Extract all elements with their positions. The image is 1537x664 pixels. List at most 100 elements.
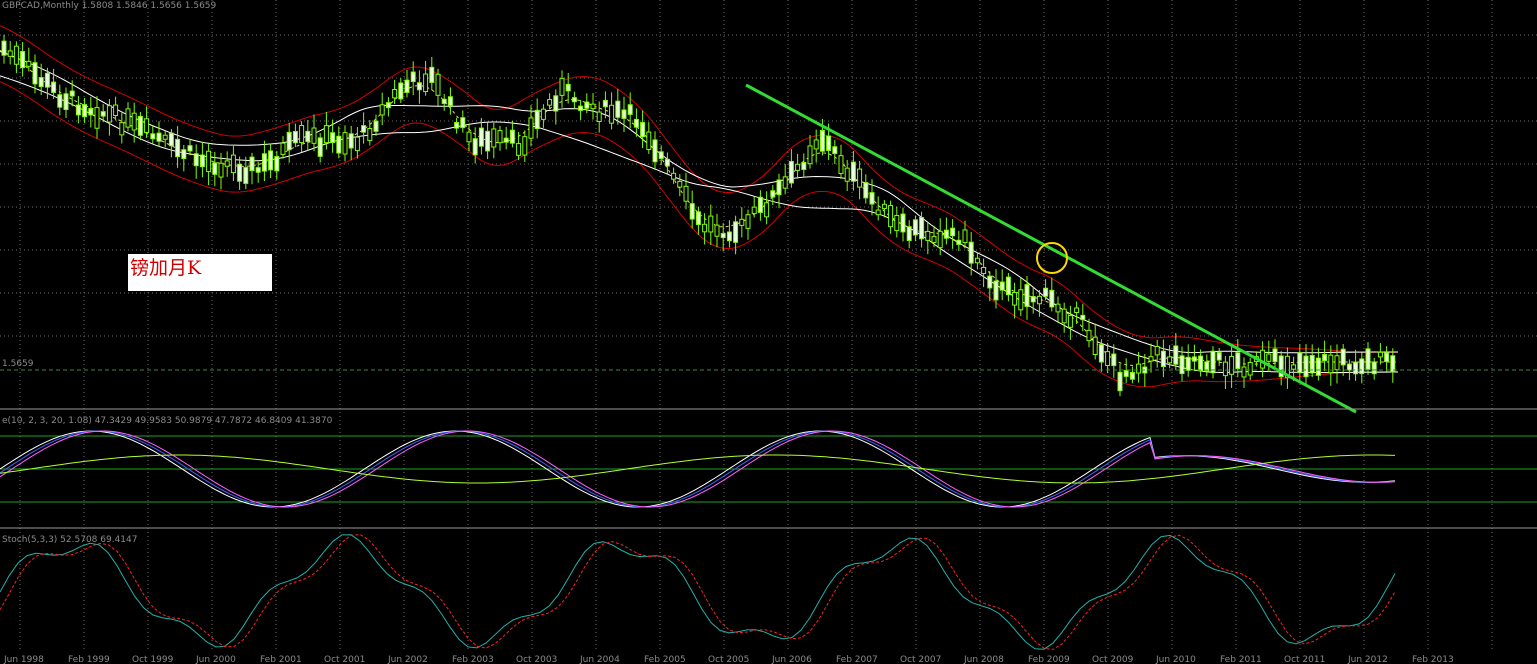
candle-body [1123,370,1129,377]
candle-body [243,167,249,184]
candle-body [894,214,900,232]
candle-body [739,218,745,226]
candle-body [292,130,298,144]
candle-body [900,213,906,233]
candle-body [751,206,757,215]
candle-body [981,266,987,275]
time-label: Oct 2011 [1284,655,1325,664]
candle-body [640,122,646,138]
candle-body [1030,296,1036,303]
candle-body [553,95,559,112]
time-label: Oct 2003 [516,655,557,664]
candle-body [683,185,689,202]
candle-body [379,104,385,116]
candle-body [20,51,26,69]
candle-body [1117,371,1123,392]
candle-body [1315,357,1321,376]
candle-body [838,155,844,175]
ma-slow [0,51,1398,354]
candle-body [1229,355,1235,375]
candle-body [175,138,181,158]
candle-body [757,196,763,213]
candle-body [1136,363,1142,374]
candle-body [274,156,280,172]
candle-body [943,229,949,239]
candle-body [1092,336,1098,355]
candle-body [1198,355,1204,372]
candle-body [150,133,156,140]
candle-body [937,230,943,249]
candle-body [962,229,968,244]
time-label: Feb 2003 [452,655,494,664]
candle-body [392,89,398,99]
candle-body [652,139,658,163]
candle-body [249,156,255,172]
time-axis: Jun 1998 Feb 1999 Oct 1999 Jun 2000 Feb 2001… [3,655,1454,664]
candle-body [144,118,150,133]
candle-body [869,192,875,205]
candle-body [708,215,714,233]
candle-body [627,104,633,115]
time-label: Jun 2000 [195,655,236,664]
candle-body [429,66,435,83]
candle-body [1371,361,1377,375]
candle-body [1061,308,1067,324]
candle-body [1160,350,1166,368]
candle-body [1167,356,1173,364]
trendline[interactable] [745,83,1357,414]
candle-body [516,143,522,156]
candle-body [726,231,732,242]
candle-body [547,99,553,106]
stoch-signal-line [0,533,1396,650]
candle-body [472,138,478,156]
candle-body [1154,346,1160,356]
candle-body [323,125,329,144]
candle-body [94,107,100,129]
candle-body [237,163,243,182]
candle-body [596,111,602,123]
candle-body [714,224,720,237]
candle-body [819,129,825,152]
candle-body [528,117,534,139]
candle-body [999,281,1005,291]
candle-body [677,180,683,188]
candle-body [801,162,807,171]
time-label: Oct 2005 [708,655,749,664]
candle-body [410,71,416,83]
candle-body [1036,295,1042,305]
candle-body [956,239,962,245]
candle-body [113,104,119,117]
time-label: Jun 2006 [771,655,812,664]
candle-body [7,50,13,57]
candle-body [1005,276,1011,296]
candle-body [503,137,509,143]
candle-body [193,153,199,167]
candle-body [565,83,571,92]
time-label: Feb 2009 [1028,655,1070,664]
time-label: Jun 2010 [1155,655,1196,664]
candle-body [454,122,460,129]
candle-body [522,136,528,156]
time-label: Feb 2005 [644,655,686,664]
bollinger-bands [0,25,1398,388]
candle-body [1012,291,1018,306]
candle-body [497,130,503,144]
candle-body [280,142,286,155]
candle-body [1067,315,1073,328]
candle-body [782,176,788,189]
stoch-main-line [0,534,1396,650]
candle-body [485,130,491,152]
candle-body [156,132,162,142]
chart-canvas[interactable]: 1.5659 Jun 1998 Feb 1999 Oct 1999 Jun 2000 F… [0,0,1537,664]
candle-body [32,62,38,85]
candle-body [1322,353,1328,362]
ma-fast [0,49,1398,366]
candle-body [317,137,323,157]
candle-body [162,134,168,140]
candle-body [373,120,379,132]
candle-body [218,162,224,178]
candle-body [336,135,342,154]
candle-body [460,117,466,129]
candle-body [1241,366,1247,378]
candle-body [305,130,311,143]
